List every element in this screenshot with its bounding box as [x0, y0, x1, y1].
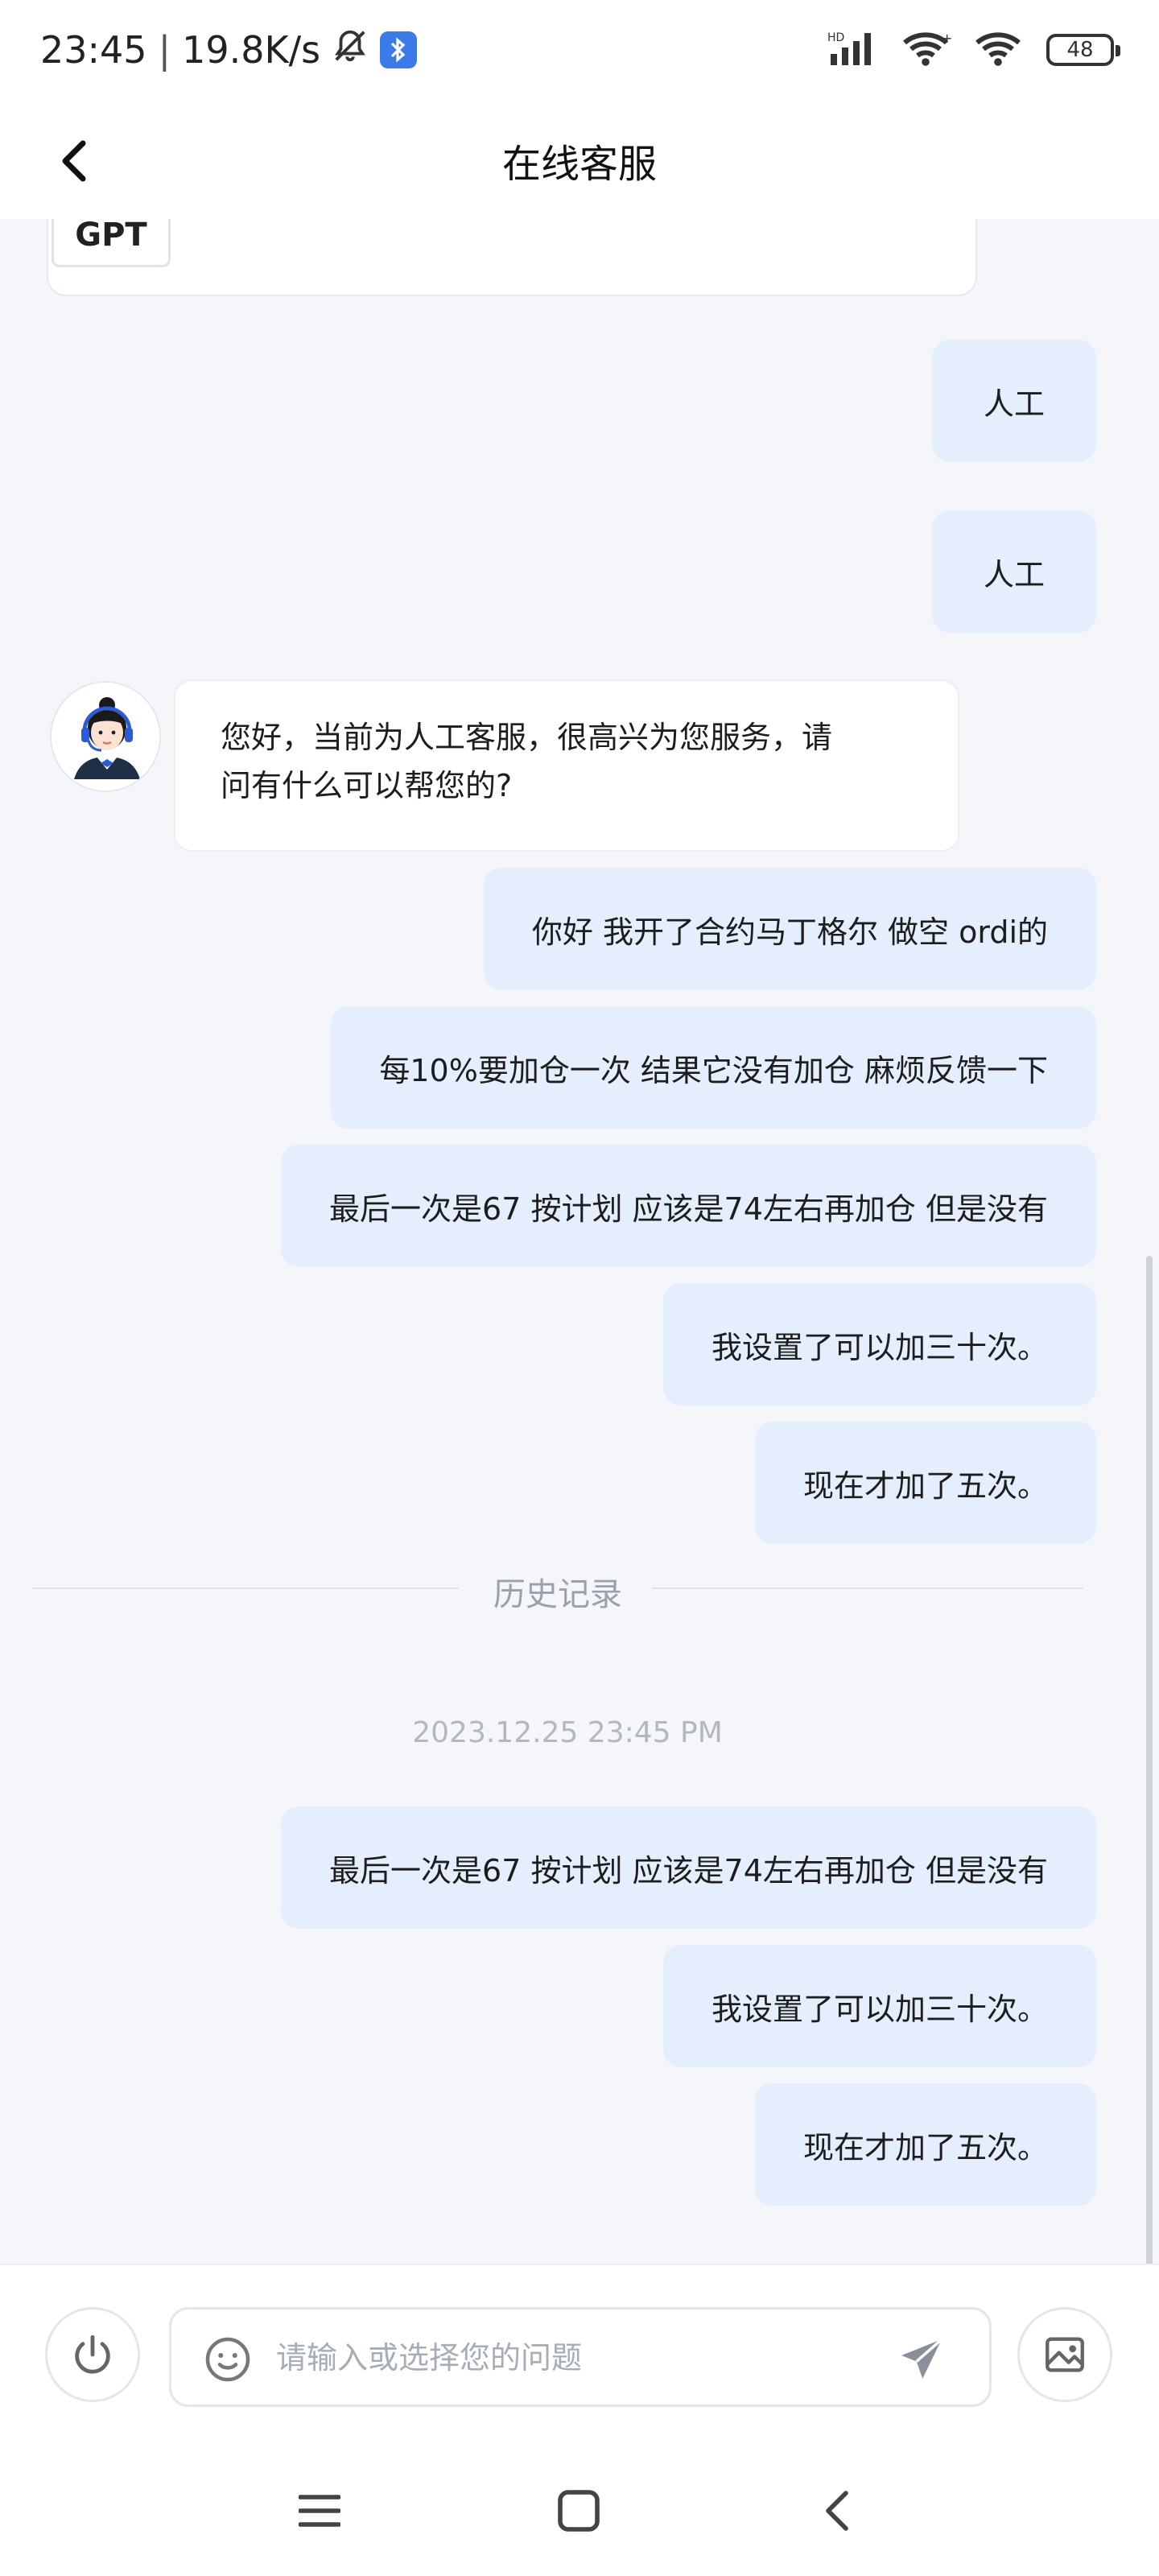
user-message: 我设置了可以加三十次。 — [662, 1283, 1096, 1406]
history-message: 现在才加了五次。 — [754, 2083, 1096, 2206]
power-icon — [75, 2334, 110, 2374]
svg-text:+: + — [942, 31, 952, 46]
network-speed: 19.8K/s — [182, 28, 321, 72]
wifi-icon: + — [901, 30, 953, 70]
back-chevron-icon — [826, 2491, 848, 2531]
status-time: 23:45 — [40, 28, 147, 72]
message-input-box[interactable] — [169, 2307, 992, 2407]
user-message: 每10%要加仓一次 结果它没有加仓 麻烦反馈一下 — [331, 1006, 1096, 1129]
chat-area[interactable]: GPT 人工 人工 您好，当前为人工客服，很高兴为您服务，请 问有什么可以帮您的… — [0, 219, 1159, 2264]
bluetooth-icon — [380, 31, 418, 68]
system-nav-bar — [0, 2442, 1159, 2576]
message-input[interactable] — [276, 2329, 856, 2387]
menu-button[interactable] — [283, 2475, 356, 2547]
previous-message-card — [47, 219, 977, 296]
agent-message: 您好，当前为人工客服，很高兴为您服务，请 问有什么可以帮您的? — [174, 679, 959, 852]
battery-level: 48 — [1066, 38, 1094, 62]
image-icon — [1046, 2337, 1084, 2372]
status-separator: | — [158, 28, 171, 72]
svg-text:HD: HD — [827, 31, 844, 44]
user-message: 你好 我开了合约马丁格尔 做空 ordi的 — [483, 868, 1096, 990]
battery-icon: 48 — [1046, 34, 1120, 66]
history-message: 我设置了可以加三十次。 — [662, 1945, 1096, 2067]
home-square-icon — [558, 2490, 600, 2532]
user-message: 人工 — [932, 510, 1096, 633]
wifi-alt-icon — [974, 30, 1025, 70]
agent-message-line-1: 您好，当前为人工客服，很高兴为您服务，请 — [221, 720, 833, 755]
home-button[interactable] — [542, 2475, 615, 2547]
user-message: 现在才加了五次。 — [754, 1422, 1096, 1544]
history-timestamp: 2023.12.25 23:45 PM — [412, 1716, 723, 1749]
user-message: 人工 — [932, 340, 1096, 462]
image-upload-button[interactable] — [1017, 2307, 1112, 2402]
menu-icon — [299, 2495, 340, 2527]
header: 在线客服 — [0, 103, 1159, 219]
emoji-button[interactable] — [202, 2334, 254, 2385]
user-message: 最后一次是67 按计划 应该是74左右再加仓 但是没有 — [281, 1145, 1096, 1267]
send-button[interactable] — [896, 2334, 947, 2385]
status-bar: 23:45 | 19.8K/s HD + 48 — [0, 0, 1159, 103]
send-icon — [901, 2338, 943, 2379]
end-session-button[interactable] — [45, 2307, 140, 2402]
input-bar — [0, 2264, 1159, 2442]
agent-message-line-2: 问有什么可以帮您的? — [221, 768, 513, 803]
quick-reply-chip[interactable]: GPT — [52, 219, 171, 267]
signal-icon: HD — [827, 30, 881, 70]
mute-bell-icon — [332, 27, 369, 73]
status-left: 23:45 | 19.8K/s — [40, 24, 418, 76]
agent-avatar — [50, 681, 161, 792]
nav-back-button[interactable] — [802, 2475, 874, 2547]
page-title: 在线客服 — [501, 142, 657, 187]
emoji-icon — [205, 2337, 250, 2382]
history-message: 最后一次是67 按计划 应该是74左右再加仓 但是没有 — [281, 1806, 1096, 1929]
chat-scrollbar[interactable] — [1146, 1256, 1153, 2264]
history-label: 历史记录 — [493, 1576, 622, 1613]
status-right: HD + 48 — [827, 26, 1120, 74]
